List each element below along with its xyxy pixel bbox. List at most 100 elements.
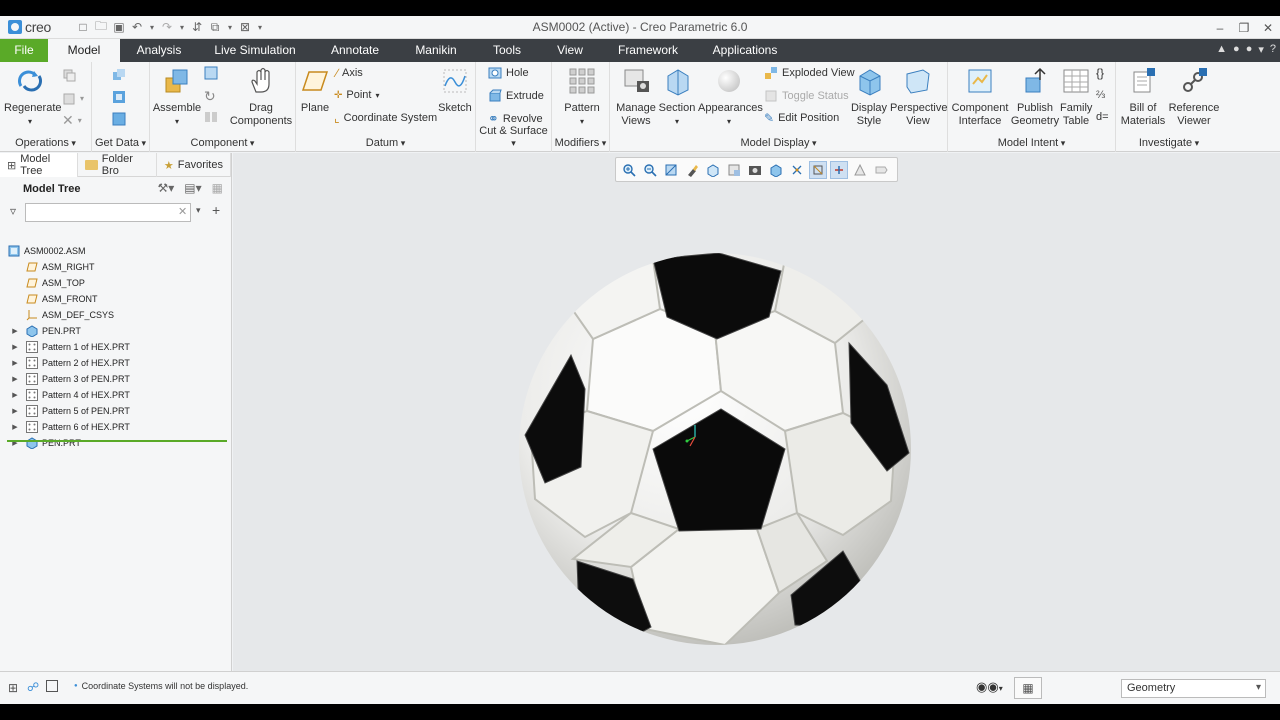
tree-item[interactable]: ▶ Pattern 3 of PEN.PRT (10, 371, 130, 387)
expand-arrow-icon[interactable]: ▶ (10, 375, 20, 383)
close-icon[interactable]: ✕ (1256, 16, 1280, 39)
group-label-cut-surface[interactable]: Cut & Surface (476, 125, 551, 149)
group-label-datum[interactable]: Datum (296, 137, 475, 149)
group-label-investigate[interactable]: Investigate (1116, 137, 1222, 149)
tree-search-input[interactable] (25, 203, 191, 222)
component-tool-3[interactable] (204, 110, 218, 124)
refit-icon[interactable] (662, 161, 680, 179)
coordinate-system-button[interactable]: ⌞ Coordinate System (334, 111, 437, 125)
component-tool-1[interactable] (204, 66, 218, 80)
filter-icon[interactable]: ▿ (10, 204, 16, 218)
axis-display-icon[interactable] (809, 160, 827, 179)
hole-button[interactable]: Hole (488, 66, 529, 80)
group-label-model-display[interactable]: Model Display (610, 137, 947, 149)
tab-tools[interactable]: Tools (480, 39, 534, 62)
get-data-tool-2[interactable] (112, 90, 126, 104)
zoom-out-icon[interactable] (641, 161, 659, 179)
csys-display-icon[interactable] (830, 160, 848, 179)
selection-filter-dropdown[interactable]: Geometry (1121, 679, 1266, 698)
plane-display-icon[interactable] (788, 161, 806, 179)
group-label-component[interactable]: Component (150, 137, 295, 149)
clear-search-icon[interactable]: ✕ (178, 205, 187, 218)
restore-icon[interactable]: ❐ (1232, 16, 1256, 39)
tree-item[interactable]: ASM_RIGHT (10, 259, 95, 275)
view-manager-icon[interactable] (725, 161, 743, 179)
add-filter-icon[interactable]: + (212, 202, 220, 218)
tab-live-simulation[interactable]: Live Simulation (204, 39, 306, 62)
soccer-ball-model[interactable] (515, 249, 915, 649)
group-label-operations[interactable]: Operations (0, 137, 91, 149)
tab-manikin[interactable]: Manikin (402, 39, 470, 62)
tree-item[interactable]: ▶ Pattern 5 of PEN.PRT (10, 403, 130, 419)
tree-item[interactable]: ▶ Pattern 4 of HEX.PRT (10, 387, 130, 403)
component-tool-2[interactable]: ↻ (204, 88, 216, 105)
zoom-in-icon[interactable] (620, 161, 638, 179)
tree-item[interactable]: ASM_FRONT (10, 291, 98, 307)
toggle-status-button[interactable]: Toggle Status (764, 89, 849, 103)
publish-geometry-button[interactable]: Publish Geometry (1010, 66, 1060, 128)
tree-columns-icon[interactable]: ▦ (212, 181, 223, 195)
edit-position-button[interactable]: ✎ Edit Position (764, 111, 839, 125)
tab-framework[interactable]: Framework (608, 39, 688, 62)
selection-buffer-icon[interactable]: ▦ (1014, 677, 1042, 699)
tab-annotate[interactable]: Annotate (316, 39, 394, 62)
tab-view[interactable]: View (546, 39, 594, 62)
spin-center-icon[interactable] (851, 161, 869, 179)
copy-button[interactable] (62, 68, 76, 82)
command-search-icon[interactable]: ● (1246, 43, 1253, 56)
help-icon[interactable]: ? (1270, 43, 1276, 56)
relations-button[interactable]: {} (1096, 66, 1104, 80)
tab-folder-browser[interactable]: Folder Bro (78, 153, 157, 177)
search-options-icon[interactable]: ▾ (196, 205, 201, 216)
display-style-toolbar-icon[interactable] (767, 161, 785, 179)
saved-orientations-icon[interactable] (704, 161, 722, 179)
manage-views-button[interactable]: Manage Views (614, 66, 658, 128)
plane-button[interactable]: Plane (298, 66, 332, 115)
get-data-tool-3[interactable] (112, 112, 126, 126)
extrude-button[interactable]: Extrude (488, 89, 544, 103)
show-menu-icon[interactable]: ▤▾ (184, 181, 201, 195)
exploded-view-button[interactable]: Exploded View (764, 66, 855, 80)
point-button[interactable]: ✛ Point ▾ (334, 89, 379, 101)
tab-model[interactable]: Model (48, 39, 120, 62)
tree-item[interactable]: ▶ Pattern 2 of HEX.PRT (10, 355, 130, 371)
bill-of-materials-button[interactable]: Bill of Materials (1118, 66, 1168, 128)
display-style-button[interactable]: Display Style (850, 66, 888, 128)
parameters-button[interactable]: ⅔ (1096, 89, 1105, 101)
tab-analysis[interactable]: Analysis (124, 39, 194, 62)
insert-here-marker[interactable] (7, 440, 227, 442)
tab-file[interactable]: File (0, 39, 48, 62)
collapse-ribbon-icon[interactable]: ▲ (1216, 43, 1227, 56)
get-data-tool-1[interactable] (112, 68, 126, 82)
notification-icon[interactable]: ● (1233, 43, 1240, 56)
expand-arrow-icon[interactable]: ▶ (10, 343, 20, 351)
tree-item[interactable]: ▶ Pattern 6 of HEX.PRT (10, 419, 130, 435)
tree-item[interactable]: ASM_TOP (10, 275, 85, 291)
find-icon[interactable]: ◉◉▾ (976, 679, 1003, 695)
tree-item[interactable]: ▶ Pattern 1 of HEX.PRT (10, 339, 130, 355)
perspective-view-button[interactable]: Perspective View (890, 66, 947, 128)
switch-dimensions-button[interactable]: d= (1096, 111, 1109, 123)
regenerate-button[interactable]: Regenerate ▾ (4, 66, 62, 128)
expand-arrow-icon[interactable]: ▶ (10, 391, 20, 399)
repaint-icon[interactable] (683, 161, 701, 179)
tree-item[interactable]: ASM0002.ASM (6, 243, 86, 259)
section-button[interactable]: Section ▾ (658, 66, 696, 128)
user-menu-icon[interactable]: ▾ (1258, 43, 1264, 56)
sketch-button[interactable]: Sketch (436, 66, 474, 115)
navigator-toggle-icon[interactable]: ⊞ (8, 681, 18, 695)
expand-arrow-icon[interactable]: ▶ (10, 327, 20, 335)
minimize-icon[interactable]: – (1208, 16, 1232, 39)
reference-viewer-button[interactable]: Reference Viewer (1166, 66, 1222, 128)
tree-item[interactable]: ▶ PEN.PRT (10, 323, 81, 339)
component-interface-button[interactable]: Component Interface (950, 66, 1010, 128)
full-screen-icon[interactable] (46, 680, 58, 692)
group-label-modifiers[interactable]: Modifiers (552, 137, 609, 149)
delete-button[interactable]: ✕ ▾ (62, 112, 82, 129)
group-label-model-intent[interactable]: Model Intent (948, 137, 1115, 149)
expand-arrow-icon[interactable]: ▶ (10, 359, 20, 367)
annotation-display-icon[interactable] (872, 161, 890, 179)
tab-applications[interactable]: Applications (700, 39, 790, 62)
tree-item[interactable]: ▶ PEN.PRT (10, 435, 81, 451)
named-views-icon[interactable] (746, 161, 764, 179)
